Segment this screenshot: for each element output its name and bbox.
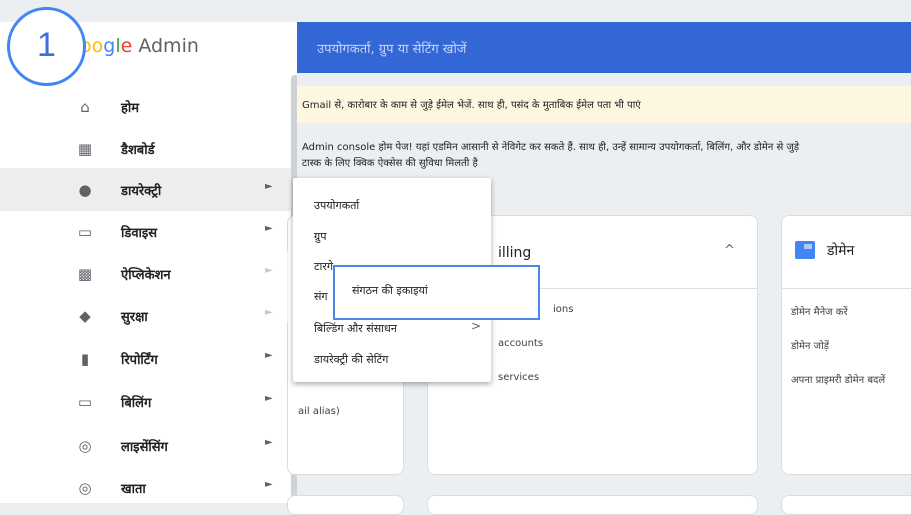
menu-item-buildings[interactable]: बिल्डिंग और संसाधन <box>314 321 397 336</box>
menu-item-target-audiences[interactable]: टारगे <box>314 259 333 274</box>
person-icon: ● <box>78 181 92 199</box>
shield-icon: ◆ <box>79 307 91 325</box>
sidebar-item-7[interactable]: ▭ बिलिंग ► <box>0 380 291 423</box>
sidebar-item-6[interactable]: ▮ रिपोर्टिंग ► <box>0 337 291 380</box>
welcome-text-line1: Admin console होम पेज! यहां एडमिन आसानी … <box>302 142 800 153</box>
top-bar: oogle Admin उपयोगकर्ता, ग्रुप या सेटिंग … <box>0 0 911 75</box>
sidebar-item-label: रिपोर्टिंग <box>121 353 158 368</box>
sidebar-item-8[interactable]: ◎ लाइसेंसिंग ► <box>0 424 291 467</box>
chevron-right-icon: ► <box>265 479 273 490</box>
sidebar-item-label: डिवाइस <box>121 226 158 241</box>
card-divider <box>782 288 911 289</box>
domain-icon <box>795 241 815 259</box>
billing-link-3[interactable]: services <box>498 372 539 383</box>
sidebar-item-label: ऐप्लिकेशन <box>121 268 171 283</box>
menu-item-directory-settings[interactable]: डायरेक्ट्री की सेटिंग <box>314 352 388 367</box>
chevron-right-icon: ► <box>265 350 273 361</box>
credit-card-icon: ▭ <box>77 393 93 411</box>
bar-chart-icon: ▮ <box>80 350 90 368</box>
apps-icon: ▩ <box>77 265 93 283</box>
devices-icon: ▭ <box>77 223 93 241</box>
step-marker: 1 <box>7 7 86 86</box>
chevron-right-icon: ► <box>265 223 273 234</box>
sidebar-item-2[interactable]: ● डायरेक्ट्री ► <box>0 168 291 211</box>
search-bar[interactable]: उपयोगकर्ता, ग्रुप या सेटिंग खोजें <box>297 22 911 73</box>
card-row2-3 <box>781 495 911 515</box>
home-icon: ⌂ <box>80 98 90 116</box>
sidebar-item-label: सुरक्षा <box>121 310 148 325</box>
license-icon: ◎ <box>78 437 92 455</box>
sidebar-item-3[interactable]: ▭ डिवाइस ► <box>0 210 291 253</box>
sidebar-item-label: डायरेक्ट्री <box>121 184 162 199</box>
sidebar-item-label: होम <box>121 101 140 116</box>
change-primary-domain-link[interactable]: अपना प्राइमरी डोमेन बदलें <box>791 372 885 386</box>
logo-letter-e: e <box>120 35 133 57</box>
billing-card-title: illing <box>498 245 532 261</box>
sidebar-item-1[interactable]: ▦ डैशबोर्ड <box>0 127 291 170</box>
org-units-highlight[interactable]: संगठन की इकाइयां <box>333 265 540 320</box>
chevron-right-icon: ► <box>265 437 273 448</box>
domains-card-title: डोमेन <box>827 243 855 259</box>
add-domain-link[interactable]: डोमेन जोड़ें <box>791 338 829 352</box>
card-row2-1 <box>287 495 404 515</box>
users-card-fragment[interactable]: ail alias) <box>298 406 340 417</box>
card-row2-2 <box>427 495 758 515</box>
chevron-right-icon: ► <box>265 393 273 404</box>
domains-card: डोमेन डोमेन मैनेज करें डोमेन जोड़ें अपना… <box>781 215 911 475</box>
org-units-label[interactable]: संगठन की इकाइयां <box>352 283 428 298</box>
banner-text: Gmail से, कारोबार के काम से जुड़े ईमेल भ… <box>302 100 641 111</box>
chevron-right-icon: ► <box>265 181 273 192</box>
sidebar-item-label: खाता <box>121 482 146 497</box>
logo-letter-g: g <box>103 35 116 57</box>
menu-item-users[interactable]: उपयोगकर्ता <box>314 198 359 213</box>
sidebar-item-label: बिलिंग <box>121 396 152 411</box>
sidebar-item-label: लाइसेंसिंग <box>121 440 168 455</box>
dashboard-icon: ▦ <box>77 140 93 158</box>
sidebar-item-0[interactable]: ⌂ होम <box>0 85 291 128</box>
gmail-banner[interactable]: Gmail से, कारोबार के काम से जुड़े ईमेल भ… <box>297 86 911 123</box>
step-number: 1 <box>37 26 56 64</box>
manage-domains-link[interactable]: डोमेन मैनेज करें <box>791 304 848 318</box>
drag-ghost <box>228 252 300 322</box>
billing-link-1[interactable]: ions <box>553 304 573 315</box>
billing-link-2[interactable]: accounts <box>498 338 543 349</box>
welcome-text-line2: टास्क के लिए क्विक ऐक्सेस की सुविधा मिलत… <box>302 158 478 169</box>
search-input[interactable]: उपयोगकर्ता, ग्रुप या सेटिंग खोजें <box>317 39 466 57</box>
account-icon: ◎ <box>78 479 92 497</box>
menu-item-org-units[interactable]: संग <box>314 289 328 304</box>
sidebar-item-label: डैशबोर्ड <box>121 143 155 158</box>
collapse-icon[interactable]: ^ <box>724 243 735 258</box>
google-admin-logo[interactable]: oogle Admin <box>80 35 199 57</box>
menu-item-groups[interactable]: ग्रुप <box>314 229 326 244</box>
logo-product-name: Admin <box>132 35 199 57</box>
